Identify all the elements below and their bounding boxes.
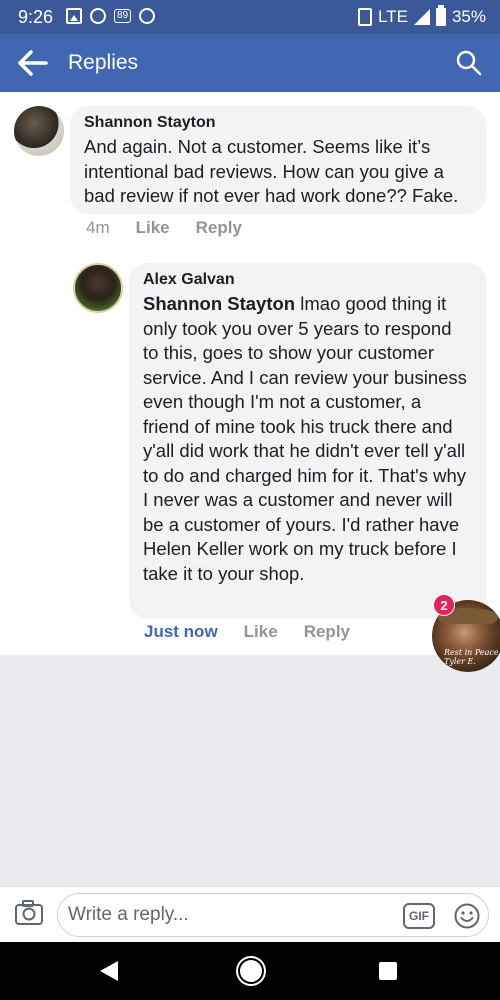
system-nav-bar (0, 942, 500, 1000)
chat-head[interactable]: Rest in Peace Tyler E. 2 (432, 594, 500, 672)
status-system-icons: LTE 35% (358, 5, 486, 27)
battery-percent: 35% (451, 7, 486, 26)
comment-author[interactable]: Shannon Stayton (84, 114, 472, 132)
comment-time: 4m (86, 218, 110, 237)
home-circle-icon[interactable] (240, 960, 262, 982)
comment-bubble[interactable]: Shannon Stayton And again. Not a custome… (70, 106, 486, 214)
avatar[interactable] (14, 106, 64, 156)
comment-author[interactable]: Alex Galvan (143, 271, 472, 289)
vibrate-icon (358, 8, 373, 26)
reply-input[interactable] (68, 894, 388, 936)
comment-thread: Shannon Stayton And again. Not a custome… (0, 92, 500, 655)
reply-bar: GIF (0, 886, 500, 942)
comment-actions: Just now Like Reply (144, 622, 376, 642)
app-bar: Replies (0, 34, 500, 92)
page-title: Replies (68, 51, 139, 74)
reply-button[interactable]: Reply (196, 218, 242, 238)
reply-input-container: GIF (57, 893, 489, 937)
comment-text: Shannon Stayton lmao good thing it only … (143, 292, 472, 586)
signal-icon (413, 9, 430, 25)
gif-button[interactable]: GIF (403, 903, 435, 929)
photo-icon (66, 8, 82, 24)
battery-icon (435, 5, 446, 26)
comment-bubble[interactable]: Alex Galvan Shannon Stayton lmao good th… (129, 263, 486, 618)
arrow-left-icon (18, 50, 48, 76)
back-triangle-icon[interactable] (100, 961, 118, 981)
comment-body: lmao good thing it only took you over 5 … (143, 293, 467, 584)
comment-text: And again. Not a customer. Seems like it… (84, 136, 459, 206)
status-notification-icons: 89 (66, 8, 156, 24)
notification-count-icon: 89 (114, 9, 132, 23)
chat-head-caption: Rest in Peace Tyler E. (444, 648, 499, 666)
status-bar: 9:26 89 LTE 35% (0, 0, 500, 34)
messenger-icon (139, 8, 156, 24)
network-type: LTE (378, 7, 408, 26)
reply-button[interactable]: Reply (304, 622, 350, 642)
smiley-icon (454, 903, 480, 929)
search-button[interactable] (454, 48, 484, 78)
search-icon (456, 50, 482, 76)
comment-actions: 4m Like Reply (86, 218, 268, 238)
comment-time: Just now (144, 622, 218, 641)
like-button[interactable]: Like (136, 218, 170, 238)
recents-square-icon[interactable] (379, 962, 397, 980)
camera-icon (15, 900, 43, 925)
emoji-button[interactable] (453, 902, 481, 930)
back-button[interactable] (16, 47, 50, 79)
messenger-icon (90, 8, 106, 24)
mention-link[interactable]: Shannon Stayton (143, 293, 295, 314)
avatar[interactable] (73, 263, 123, 313)
like-button[interactable]: Like (244, 622, 278, 642)
camera-button[interactable] (14, 899, 44, 927)
status-time: 9:26 (18, 7, 54, 27)
unread-badge: 2 (433, 594, 455, 616)
